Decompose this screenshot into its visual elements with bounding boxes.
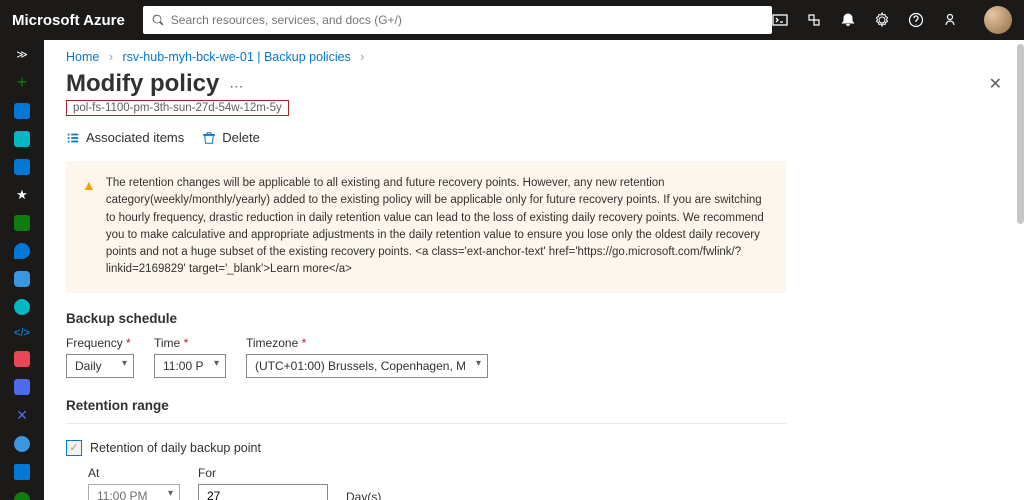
- search-icon: [151, 13, 165, 27]
- warning-text: The retention changes will be applicable…: [106, 175, 770, 279]
- main-content: Home › rsv-hub-myh-bck-we-01 | Backup po…: [44, 40, 1024, 500]
- list-icon: [66, 131, 80, 145]
- time-select[interactable]: 11:00 PM: [154, 354, 226, 378]
- delete-button[interactable]: Delete: [202, 130, 260, 145]
- policy-name: pol-fs-1100-pm-3th-sun-27d-54w-12m-5y: [66, 100, 289, 116]
- daily-checkbox: ✓: [66, 440, 82, 456]
- top-icons: [772, 6, 1012, 34]
- daily-label: Retention of daily backup point: [90, 441, 261, 455]
- retention-daily: ✓ Retention of daily backup point At 11:…: [66, 440, 786, 500]
- directories-icon[interactable]: [806, 12, 822, 28]
- nav-vm-icon[interactable]: [13, 379, 31, 395]
- warning-icon: ▲: [82, 175, 96, 279]
- nav-storage-icon[interactable]: [13, 436, 31, 452]
- for-label: For: [198, 466, 328, 480]
- nav-cosmos-icon[interactable]: [13, 299, 31, 315]
- delete-label: Delete: [222, 130, 260, 145]
- nav-favorites-icon[interactable]: ★: [13, 187, 31, 203]
- nav-expand-icon[interactable]: ≫: [13, 48, 31, 61]
- help-icon[interactable]: [908, 12, 924, 28]
- retention-heading: Retention range: [66, 398, 786, 424]
- nav-all-services-icon[interactable]: [13, 159, 31, 175]
- associated-items-button[interactable]: Associated items: [66, 130, 184, 145]
- daily-for-input[interactable]: [198, 484, 328, 500]
- close-icon[interactable]: ✕: [989, 74, 1002, 94]
- daily-for-unit: Day(s): [346, 490, 381, 500]
- nav-app-services-icon[interactable]: [13, 243, 31, 259]
- warning-banner: ▲ The retention changes will be applicab…: [66, 161, 786, 293]
- nav-resource-groups-icon[interactable]: [13, 215, 31, 231]
- nav-functions-icon[interactable]: </>: [13, 327, 31, 339]
- trash-icon: [202, 131, 216, 145]
- chevron-right-icon: ›: [360, 50, 364, 64]
- nav-aad-icon[interactable]: [13, 492, 31, 500]
- chevron-right-icon: ›: [109, 50, 113, 64]
- daily-at-select: 11:00 PM: [88, 484, 180, 500]
- brand: Microsoft Azure: [12, 12, 125, 29]
- schedule-row: Frequency * Daily Time * 11:00 PM Timezo…: [66, 336, 1002, 378]
- toolbar: Associated items Delete: [66, 130, 1002, 155]
- assoc-label: Associated items: [86, 130, 184, 145]
- more-menu-icon[interactable]: ⋯: [229, 78, 243, 95]
- timezone-select[interactable]: (UTC+01:00) Brussels, Copenhagen, Madrid…: [246, 354, 488, 378]
- settings-icon[interactable]: [874, 12, 890, 28]
- breadcrumb-vault[interactable]: rsv-hub-myh-bck-we-01 | Backup policies: [122, 50, 350, 64]
- nav-sql-icon[interactable]: [13, 271, 31, 287]
- left-nav: ≫ + ★ </> ✕: [0, 40, 44, 500]
- feedback-icon[interactable]: [942, 12, 958, 28]
- nav-home-icon[interactable]: [13, 103, 31, 119]
- cloud-shell-icon[interactable]: [772, 12, 788, 28]
- schedule-heading: Backup schedule: [66, 311, 1002, 326]
- breadcrumb: Home › rsv-hub-myh-bck-we-01 | Backup po…: [66, 50, 1002, 64]
- search-input[interactable]: [171, 13, 764, 27]
- top-bar: Microsoft Azure: [0, 0, 1024, 40]
- nav-vnet-icon[interactable]: [13, 464, 31, 480]
- page-title: Modify policy: [66, 70, 219, 98]
- nav-load-balancer-icon[interactable]: ✕: [13, 407, 31, 424]
- frequency-select[interactable]: Daily: [66, 354, 134, 378]
- nav-monitor-icon[interactable]: [13, 351, 31, 367]
- avatar[interactable]: [984, 6, 1012, 34]
- at-label: At: [88, 466, 180, 480]
- breadcrumb-home[interactable]: Home: [66, 50, 99, 64]
- nav-create-icon[interactable]: +: [13, 73, 31, 91]
- timezone-label: Timezone *: [246, 336, 488, 350]
- search-box[interactable]: [143, 6, 772, 34]
- time-label: Time *: [154, 336, 226, 350]
- frequency-label: Frequency *: [66, 336, 134, 350]
- notifications-icon[interactable]: [840, 12, 856, 28]
- scrollbar-thumb[interactable]: [1017, 44, 1024, 224]
- nav-dashboard-icon[interactable]: [13, 131, 31, 147]
